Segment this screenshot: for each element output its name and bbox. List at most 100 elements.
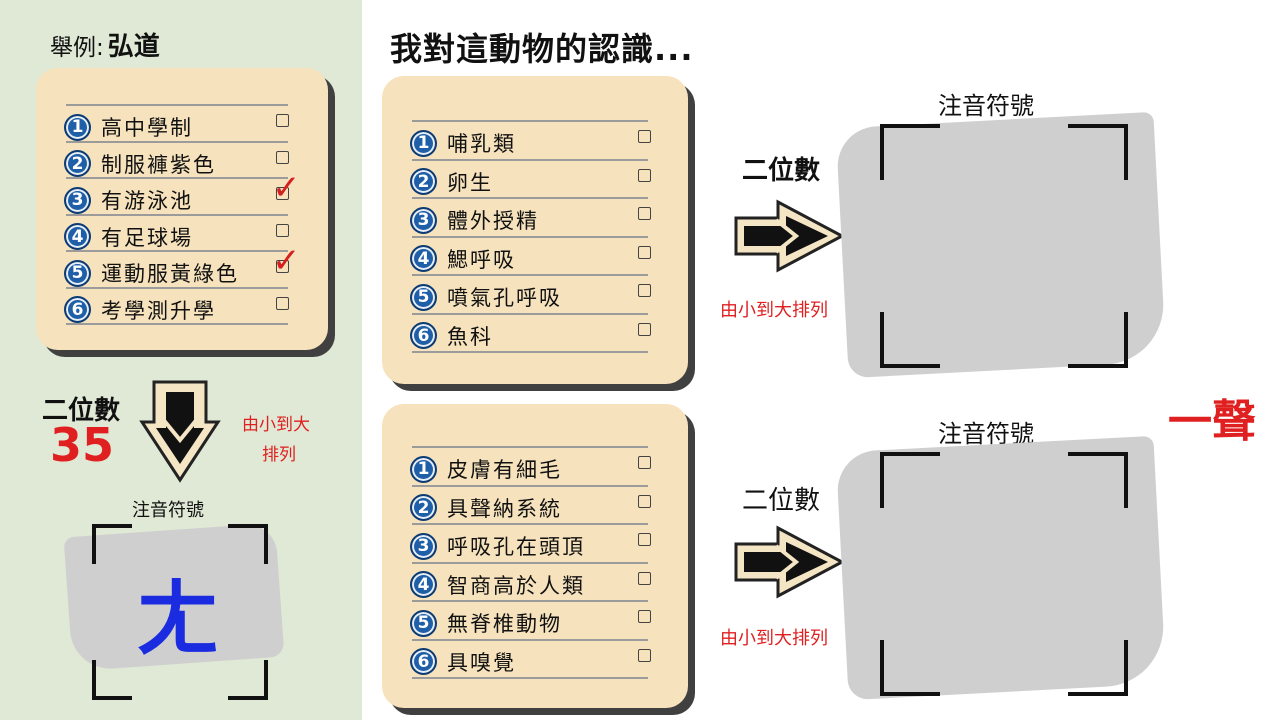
- card1-answer-frame: [880, 124, 1128, 368]
- item-number-badge: 3: [410, 206, 437, 234]
- item-checkbox[interactable]: [638, 168, 651, 182]
- right-arrow-icon-1: [734, 199, 846, 273]
- ruled-line: [412, 158, 648, 161]
- item-number-badge: 4: [64, 223, 91, 250]
- item-checkbox[interactable]: [638, 322, 651, 336]
- ruled-line: [66, 213, 288, 216]
- example-zhuyin-label: 注音符號: [132, 500, 204, 521]
- ruled-line: [66, 140, 288, 143]
- ruled-line: [412, 638, 648, 641]
- example-checklist-card: 1 高中學制 2 制服褲紫色 3 有游泳池 ✓ 4 有足球場 5 運動服黃綠色 ✓ 6 考學測升學: [36, 68, 328, 350]
- item-checkbox[interactable]: [638, 610, 651, 623]
- item-text: 魚科: [447, 324, 493, 349]
- item-checkbox[interactable]: [276, 296, 289, 310]
- checklist-item: 4 鰓呼吸: [410, 244, 516, 274]
- ruled-line: [66, 286, 288, 289]
- checklist-item: 5 無脊椎動物: [410, 608, 562, 638]
- card1-two-digit-label: 二位數: [742, 156, 821, 186]
- example-number: 35: [50, 418, 115, 472]
- item-text: 卵生: [447, 170, 493, 195]
- item-number-badge: 2: [64, 150, 91, 177]
- checklist-item: 2 具聲納系統: [410, 493, 562, 523]
- item-checkbox[interactable]: [276, 223, 289, 237]
- checklist-item: 6 考學測升學: [64, 295, 216, 325]
- item-text: 體外授精: [447, 209, 539, 233]
- checkmark-icon: ✓: [272, 168, 301, 208]
- page-title: 我對這動物的認識...: [390, 30, 694, 68]
- ruled-line: [412, 312, 648, 315]
- item-number-badge: 2: [410, 494, 437, 521]
- item-text: 鰓呼吸: [447, 247, 516, 272]
- item-number-badge: 6: [410, 648, 437, 675]
- item-text: 有游泳池: [101, 189, 193, 213]
- card2-sort-text: 由小到大排列: [720, 628, 828, 649]
- item-text: 運動服黃綠色: [101, 262, 239, 286]
- item-number-badge: 2: [410, 168, 437, 195]
- checklist-item: 3 有游泳池: [64, 185, 193, 215]
- ruled-line: [66, 104, 288, 106]
- card1-sort-text: 由小到大排列: [720, 300, 828, 321]
- item-checkbox[interactable]: [638, 494, 651, 508]
- down-arrow-icon: [139, 380, 221, 483]
- checklist-item: 4 有足球場: [64, 222, 193, 252]
- checklist-item: 2 制服褲紫色: [64, 149, 216, 179]
- checklist-item: 1 哺乳類: [410, 128, 516, 158]
- item-text: 具嗅覺: [447, 650, 516, 675]
- item-number-badge: 6: [64, 296, 91, 323]
- item-text: 高中學制: [101, 116, 193, 140]
- item-checkbox[interactable]: [638, 245, 651, 259]
- item-checkbox[interactable]: [638, 533, 651, 546]
- item-checkbox[interactable]: [276, 114, 289, 127]
- item-number-badge: 3: [410, 532, 437, 560]
- item-number-badge: 4: [410, 245, 437, 272]
- right-arrow-icon-2: [734, 525, 846, 599]
- ruled-line: [412, 484, 648, 487]
- ruled-line: [412, 523, 648, 525]
- example-title: 舉例: 弘道: [50, 26, 160, 63]
- example-prefix: 舉例:: [50, 35, 104, 61]
- item-number-badge: 5: [64, 259, 91, 287]
- item-checkbox[interactable]: [638, 284, 651, 297]
- card1-zhuyin-label: 注音符號: [938, 92, 1034, 120]
- checklist-card-1: 1 哺乳類 2 卵生 3 體外授精 4 鰓呼吸 5 噴氣孔呼吸 6 魚科: [382, 76, 688, 384]
- ruled-line: [412, 274, 648, 276]
- checklist-item: 5 運動服黃綠色: [64, 258, 239, 288]
- item-text: 考學測升學: [101, 298, 216, 323]
- item-checkbox[interactable]: [638, 130, 651, 143]
- ruled-line: [412, 446, 648, 448]
- ruled-line: [412, 235, 648, 238]
- ruled-line: [412, 677, 648, 679]
- item-text: 制服褲紫色: [101, 152, 216, 177]
- item-number-badge: 1: [64, 113, 91, 141]
- item-number-badge: 1: [410, 455, 437, 483]
- item-checkbox[interactable]: [638, 648, 651, 662]
- ruled-line: [66, 323, 288, 325]
- item-checkbox[interactable]: [638, 456, 651, 469]
- ruled-line: [66, 177, 288, 179]
- item-number-badge: 4: [410, 571, 437, 598]
- item-text: 哺乳類: [447, 132, 516, 156]
- checklist-item: 6 具嗅覺: [410, 647, 516, 677]
- item-checkbox[interactable]: [638, 571, 651, 585]
- item-text: 皮膚有細毛: [447, 458, 562, 482]
- checklist-item: 6 魚科: [410, 321, 493, 351]
- ruled-line: [66, 250, 288, 252]
- item-text: 無脊椎動物: [447, 612, 562, 636]
- item-number-badge: 3: [64, 186, 91, 214]
- item-checkbox[interactable]: [638, 207, 651, 220]
- item-number-badge: 5: [410, 609, 437, 637]
- checkmark-icon: ✓: [272, 241, 301, 281]
- ruled-line: [412, 600, 648, 602]
- item-number-badge: 1: [410, 129, 437, 157]
- example-sort-text-1: 由小到大: [242, 415, 310, 435]
- item-text: 具聲納系統: [447, 496, 562, 521]
- checklist-item: 3 呼吸孔在頭頂: [410, 531, 585, 561]
- item-checkbox[interactable]: [276, 150, 289, 164]
- example-answer: ㄤ: [136, 570, 221, 668]
- ruled-line: [412, 197, 648, 199]
- checklist-item: 2 卵生: [410, 167, 493, 197]
- item-number-badge: 5: [410, 283, 437, 311]
- item-text: 智商高於人類: [447, 573, 585, 598]
- checklist-item: 5 噴氣孔呼吸: [410, 282, 562, 312]
- checklist-item: 3 體外授精: [410, 205, 539, 235]
